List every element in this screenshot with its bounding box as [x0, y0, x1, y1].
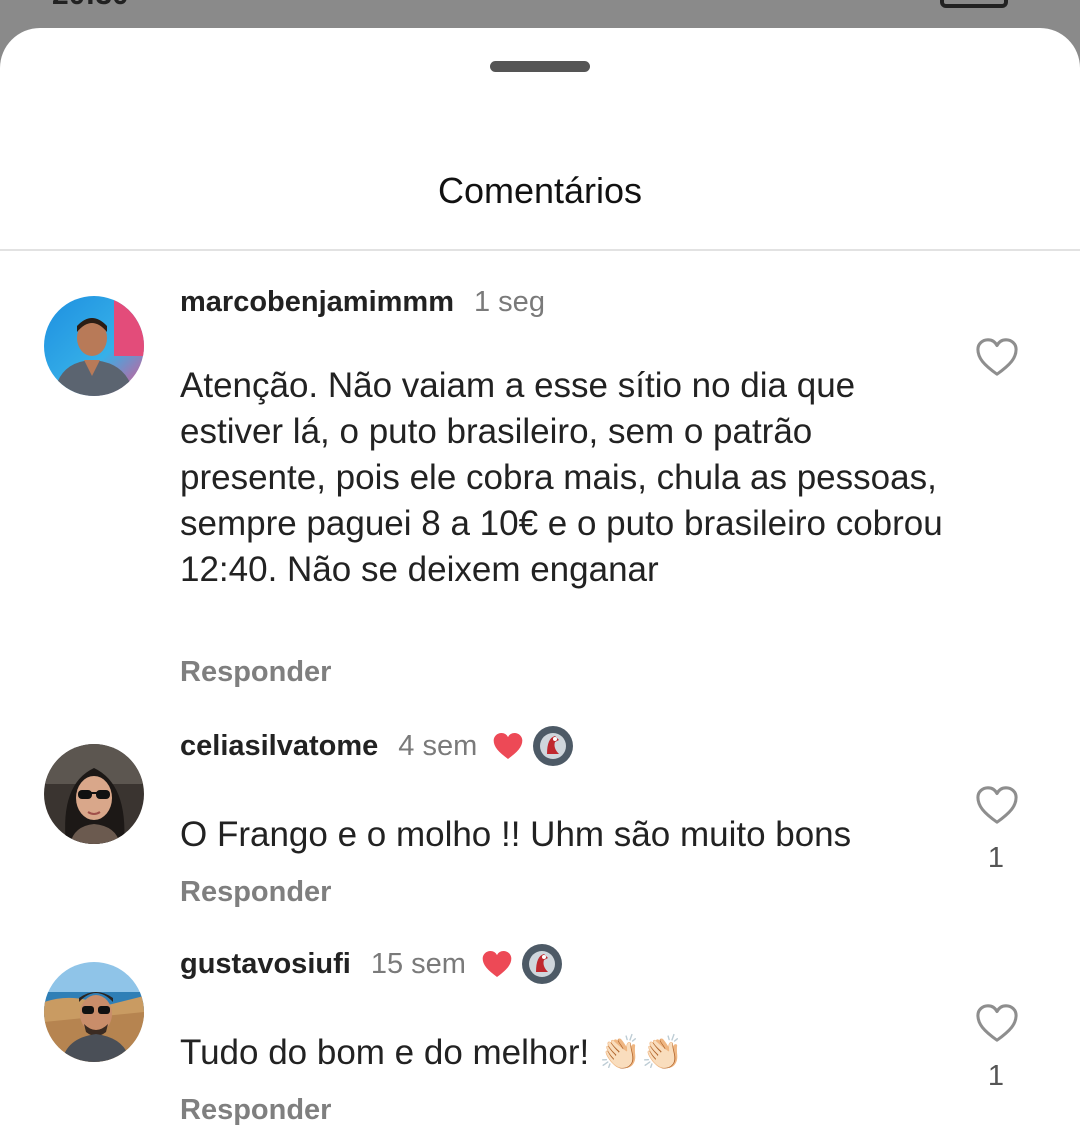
avatar-image [44, 296, 144, 396]
username[interactable]: marcobenjamimmm [180, 286, 454, 319]
comment-text: O Frango e o molho !! Uhm são muito bons [180, 815, 852, 854]
comments-sheet: Comentários marcobenjamimmm 1 seg Atençã… [0, 28, 1080, 1128]
timestamp: 1 seg [474, 285, 545, 318]
comment-meta: celiasilvatome 4 sem [180, 726, 574, 766]
avatar[interactable] [44, 296, 144, 396]
heart-outline-icon [976, 1004, 1018, 1042]
username[interactable]: gustavosiufi [180, 948, 351, 981]
heart-outline-icon [976, 338, 1018, 376]
comment-meta: gustavosiufi 15 sem [180, 944, 562, 984]
avatar-image [44, 962, 144, 1062]
author-avatar [521, 944, 562, 984]
author-liked-heart-icon [480, 949, 514, 979]
avatar-image [44, 744, 144, 844]
author-avatar [533, 726, 574, 766]
reply-button[interactable]: Responder [180, 1094, 331, 1127]
header-divider [0, 249, 1080, 251]
comment-meta: marcobenjamimmm 1 seg [180, 282, 545, 322]
author-liked-heart-icon [491, 731, 525, 761]
heart-outline-icon [976, 786, 1018, 824]
like-button[interactable] [974, 1002, 1020, 1044]
sheet-drag-handle[interactable] [490, 61, 590, 72]
timestamp: 15 sem [370, 947, 466, 980]
sheet-title: Comentários [437, 170, 643, 211]
like-button[interactable] [974, 336, 1020, 378]
like-button[interactable] [974, 784, 1020, 826]
username[interactable]: celiasilvatome [180, 730, 378, 763]
comment-text: Atenção. Não vaiam a esse sítio no dia q… [180, 366, 943, 589]
clapping-hands-emoji: 👏🏻👏🏻 [598, 1034, 684, 1072]
comment-text-body: Tudo do bom e do melhor! [180, 1033, 590, 1072]
comment-text: Tudo do bom e do melhor! 👏🏻👏🏻 [180, 1030, 960, 1076]
reply-button[interactable]: Responder [180, 876, 331, 909]
reply-button[interactable]: Responder [180, 656, 331, 689]
battery-icon [940, 0, 1008, 8]
avatar[interactable] [44, 744, 144, 844]
like-count: 1 [987, 1060, 1005, 1092]
status-bar: 20:30 [0, 0, 1080, 30]
status-time: 20:30 [52, 0, 129, 12]
timestamp: 4 sem [398, 729, 478, 762]
avatar[interactable] [44, 962, 144, 1062]
like-count: 1 [987, 842, 1005, 874]
